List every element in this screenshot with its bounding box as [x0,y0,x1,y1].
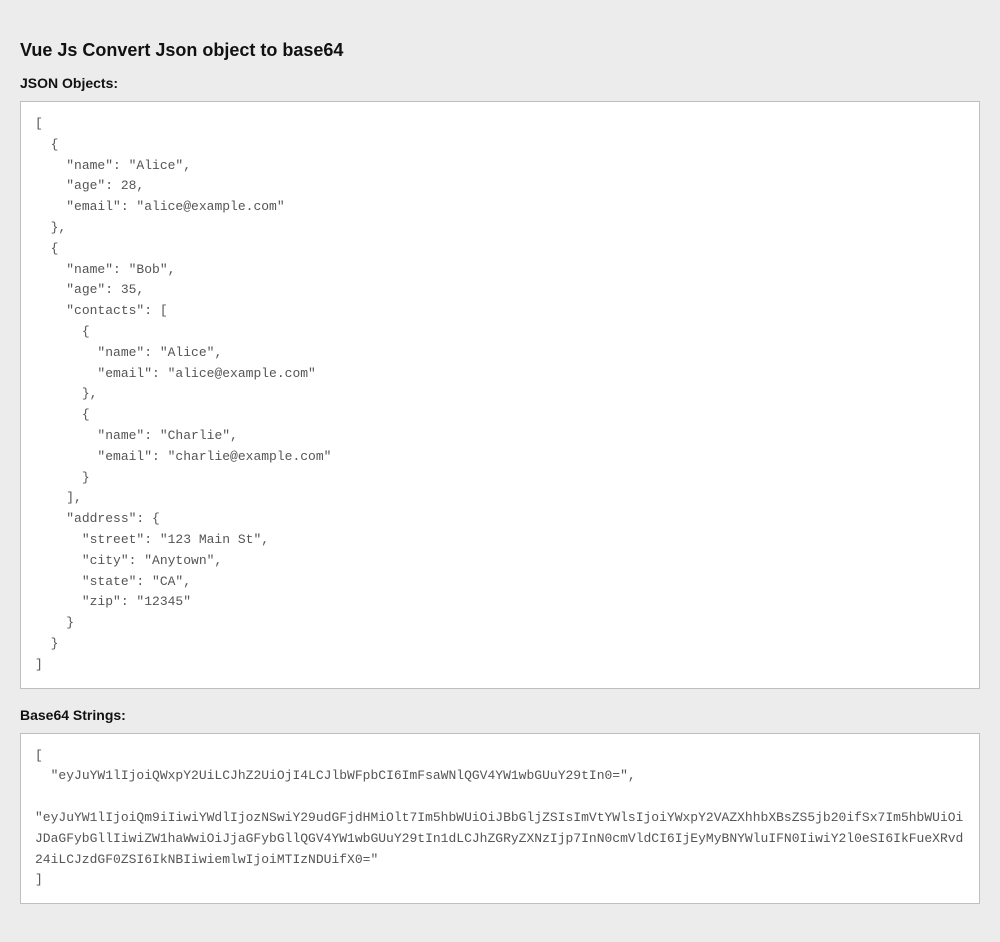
json-objects-heading: JSON Objects: [20,75,980,91]
base64-strings-heading: Base64 Strings: [20,707,980,723]
json-objects-code: [ { "name": "Alice", "age": 28, "email":… [20,101,980,689]
page-title: Vue Js Convert Json object to base64 [20,40,980,61]
page-container: Vue Js Convert Json object to base64 JSO… [0,0,1000,942]
base64-strings-code: [ "eyJuYW1lIjoiQWxpY2UiLCJhZ2UiOjI4LCJlb… [20,733,980,905]
